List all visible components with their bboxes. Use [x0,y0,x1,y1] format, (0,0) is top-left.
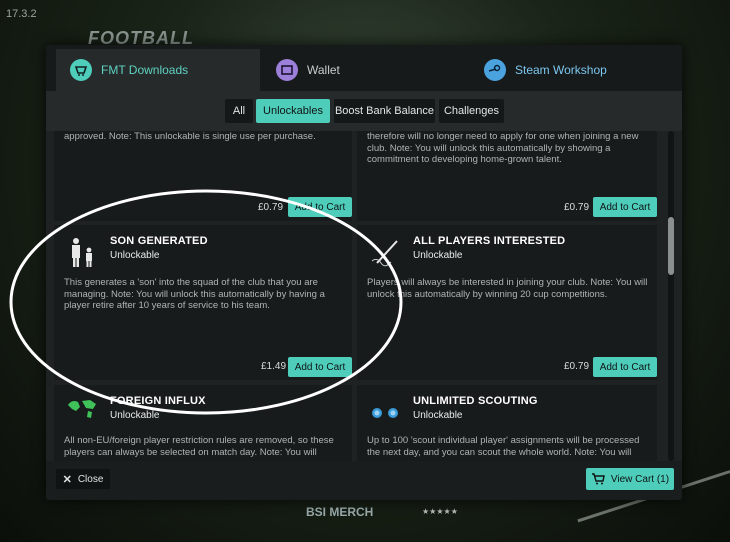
version-label: 17.3.2 [6,8,37,20]
unlockable-card-son-generated: SON GENERATED Unlockable This generates … [54,225,352,380]
card-title: FOREIGN INFLUX [110,395,206,407]
tab-label: Steam Workshop [515,63,607,77]
card-description: Players will always be interested in joi… [367,277,648,300]
card-subtitle: Unlockable [413,410,463,421]
filter-boost-bank-balance[interactable]: Boost Bank Balance [334,99,435,123]
close-icon: ✕ [62,473,72,486]
father-son-icon [66,235,100,269]
download-icon [70,59,92,81]
steam-icon [484,59,506,81]
unlockables-grid: approved. Note: This unlockable is singl… [54,131,664,461]
card-description: All non-EU/foreign player restriction ru… [64,435,334,458]
card-price: £0.79 [564,202,590,213]
scrollbar-thumb[interactable] [668,217,674,275]
pen-signature-icon [369,235,403,269]
close-button[interactable]: ✕ Close [56,469,110,489]
card-subtitle: Unlockable [110,250,160,261]
tab-label: FMT Downloads [101,63,189,77]
add-to-cart-button[interactable]: Add to Cart [288,197,352,217]
card-description: Up to 100 'scout individual player' assi… [367,435,640,458]
world-map-icon [66,395,100,429]
card-price: £1.49 [261,361,287,372]
store-modal: FMT Downloads Wallet Steam Workshop All … [46,45,682,500]
scrollbar[interactable] [668,131,674,461]
filter-unlockables[interactable]: Unlockables [256,99,330,123]
close-label: Close [77,473,104,485]
card-description: approved. Note: This unlockable is singl… [64,131,316,142]
card-title: ALL PLAYERS INTERESTED [413,235,566,247]
binoculars-icon [369,395,403,429]
unlockable-card-unlimited-scouting: UNLIMITED SCOUTING Unlockable Up to 100 … [357,385,657,461]
background-brand: BSI MERCH [306,505,374,519]
add-to-cart-button[interactable]: Add to Cart [593,357,657,377]
card-title: UNLIMITED SCOUTING [413,395,538,407]
card-price: £0.79 [258,202,284,213]
view-cart-label: View Cart (1) [610,473,670,485]
card-price: £0.79 [564,361,590,372]
add-to-cart-button[interactable]: Add to Cart [288,357,352,377]
unlockable-card-foreign-influx: FOREIGN INFLUX Unlockable All non-EU/for… [54,385,352,461]
tab-fmt-downloads[interactable]: FMT Downloads [56,49,260,91]
card-subtitle: Unlockable [110,410,160,421]
add-to-cart-button[interactable]: Add to Cart [593,197,657,217]
modal-footer: ✕ Close View Cart (1) [46,461,682,500]
tab-label: Wallet [307,63,340,77]
view-cart-button[interactable]: View Cart (1) [586,468,674,490]
filter-bar: All Unlockables Boost Bank Balance Chall… [46,91,682,131]
card-subtitle: Unlockable [413,250,463,261]
unlockable-card: therefore will no longer need to apply f… [357,131,657,221]
unlockable-card: approved. Note: This unlockable is singl… [54,131,352,221]
tab-wallet[interactable]: Wallet [276,49,456,91]
card-description: therefore will no longer need to apply f… [367,131,639,165]
cart-icon [591,473,605,485]
wallet-icon [276,59,298,81]
card-description: This generates a 'son' into the squad of… [64,277,325,311]
background-stars: ★★★★★ [422,507,458,516]
tab-steam-workshop[interactable]: Steam Workshop [484,49,664,91]
filter-challenges[interactable]: Challenges [439,99,504,123]
filter-all[interactable]: All [225,99,253,123]
store-tabs: FMT Downloads Wallet Steam Workshop [46,45,682,91]
unlockable-card-all-players-interested: ALL PLAYERS INTERESTED Unlockable Player… [357,225,657,380]
card-title: SON GENERATED [110,235,208,247]
